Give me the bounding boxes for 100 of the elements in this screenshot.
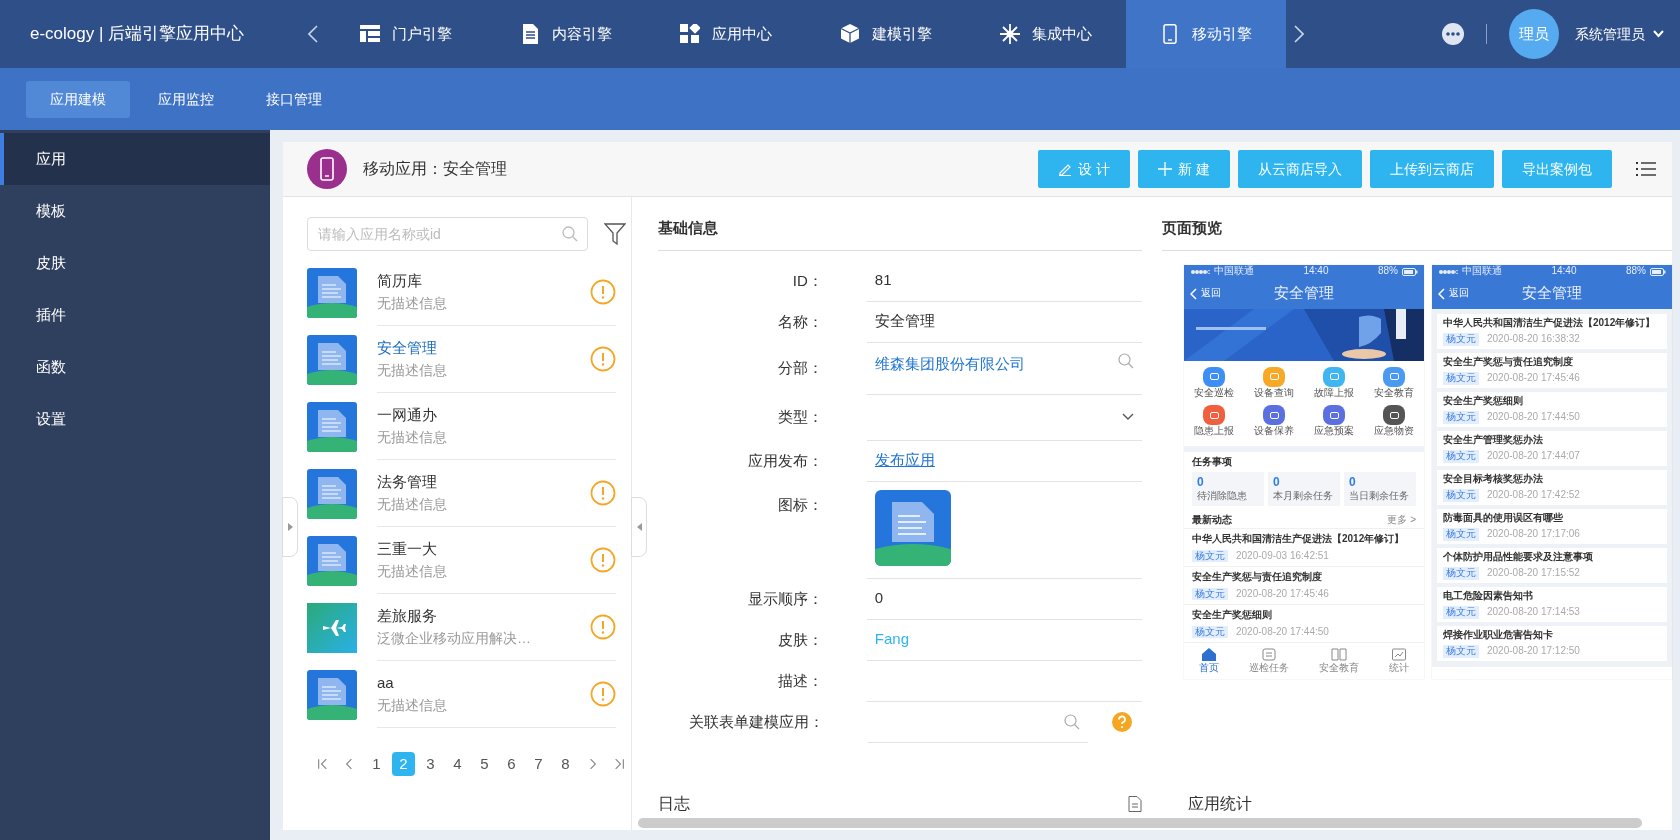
field-label: 显示顺序： (746, 588, 824, 609)
news-item[interactable]: 安全生产奖惩细则 杨文元 2020-08-20 17:44:50 (1184, 604, 1424, 642)
app-name[interactable]: 简历库 (377, 270, 590, 293)
news-item[interactable]: 安全目标考核奖惩办法 杨文元 2020-08-20 17:42:52 (1437, 469, 1667, 505)
app-name[interactable]: 三重一大 (377, 538, 590, 561)
nav-tab[interactable]: 内容引擎 (486, 0, 646, 68)
phone-tab[interactable]: 统计 (1389, 647, 1409, 675)
task-card[interactable]: 0 本月剩余任务 (1268, 472, 1340, 506)
shortcut-item[interactable]: 应急预案 (1304, 405, 1364, 438)
field-value[interactable]: 维森集团股份有限公司 (874, 352, 1118, 375)
help-icon[interactable] (1112, 712, 1132, 732)
user-name[interactable]: 系统管理员 (1575, 23, 1645, 45)
shortcut-item[interactable]: 安全教育 (1364, 366, 1424, 399)
more-link[interactable]: 更多 > (1387, 513, 1416, 526)
news-item[interactable]: 中华人民共和国清洁生产促进法【2012年修订】 杨文元 2020-08-20 16:38:32 (1437, 313, 1667, 349)
page-number[interactable]: 8 (554, 752, 577, 776)
warning-icon[interactable] (590, 346, 616, 372)
news-item[interactable]: 中华人民共和国清洁生产促进法【2012年修订】 杨文元 2020-09-03 16:42:51 (1184, 528, 1424, 566)
warning-icon[interactable] (590, 547, 616, 573)
layout-icon (360, 24, 380, 44)
app-document-icon[interactable] (874, 489, 951, 566)
page-number[interactable]: 1 (365, 752, 388, 776)
page-number[interactable]: 3 (419, 752, 442, 776)
news-item[interactable]: 防毒面具的使用误区有哪些 杨文元 2020-08-20 17:17:06 (1437, 508, 1667, 544)
text-field[interactable]: 81 (866, 260, 1142, 302)
battery-icon (1402, 267, 1418, 276)
warning-icon[interactable] (590, 279, 616, 305)
phone-tab[interactable]: 首页 (1199, 647, 1219, 675)
list-icon[interactable] (1636, 161, 1656, 177)
search-field[interactable]: 请输入应用名称或id (307, 217, 588, 251)
warning-icon[interactable] (590, 480, 616, 506)
news-item[interactable]: 安全生产管理奖惩办法 杨文元 2020-08-20 17:44:07 (1437, 430, 1667, 466)
shortcut-item[interactable]: 故障上报 (1304, 366, 1364, 399)
warning-icon[interactable] (590, 681, 616, 707)
nav-tab[interactable]: 移动引擎 (1126, 0, 1286, 68)
text-field[interactable]: 0 (866, 578, 1142, 620)
chevron-left-icon (1438, 287, 1445, 300)
nav-tab[interactable]: 门户引擎 (326, 0, 486, 68)
page-number[interactable]: 5 (473, 752, 496, 776)
chevron-right-icon[interactable] (1294, 25, 1304, 43)
document-icon (307, 468, 357, 519)
filter-icon[interactable] (604, 222, 626, 246)
sidebar-item[interactable]: 插件 (0, 289, 270, 341)
page-number[interactable]: 4 (446, 752, 469, 776)
news-item[interactable]: 焊接作业职业危害告知卡 杨文元 2020-08-20 17:12:50 (1437, 625, 1667, 661)
caret-icon[interactable] (1653, 30, 1664, 38)
caret-right-icon (287, 523, 293, 531)
app-name[interactable]: aa (377, 672, 590, 695)
chevron-down-icon (1122, 413, 1134, 421)
collapse-handle[interactable] (282, 497, 298, 557)
news-item[interactable]: 电工危险因素告知书 杨文元 2020-08-20 17:14:53 (1437, 586, 1667, 622)
sidebar-item[interactable]: 函数 (0, 341, 270, 393)
shortcut-item[interactable]: 设备保养 (1244, 405, 1304, 438)
sub-tab[interactable]: 应用建模 (26, 80, 130, 118)
app-description: 无描述信息 (377, 427, 448, 447)
shortcut-item[interactable]: 隐患上报 (1184, 405, 1244, 438)
news-date: 2020-08-20 17:45:46 (1236, 587, 1329, 600)
app-name[interactable]: 差旅服务 (377, 605, 590, 628)
section-label: 最新动态 (1192, 513, 1232, 526)
search-icon[interactable] (1118, 352, 1134, 369)
nav-tab[interactable]: 应用中心 (646, 0, 806, 68)
page-number[interactable]: 7 (527, 752, 550, 776)
nav-tab[interactable]: 集成中心 (966, 0, 1126, 68)
news-item[interactable]: 安全生产奖惩细则 杨文元 2020-08-20 17:44:50 (1437, 391, 1667, 427)
collapse-handle[interactable] (631, 497, 647, 557)
shortcut-item[interactable]: 安全巡检 (1184, 366, 1244, 399)
app-name[interactable]: 安全管理 (377, 337, 590, 360)
sidebar-item[interactable]: 应用 (0, 133, 270, 185)
shortcut-item[interactable]: 设备查询 (1244, 366, 1304, 399)
phone-tab[interactable]: 安全教育 (1319, 647, 1359, 675)
warning-icon[interactable] (590, 614, 616, 640)
nav-tab[interactable]: 建模引擎 (806, 0, 966, 68)
news-item[interactable]: 个体防护用品性能要求及注意事项 杨文元 2020-08-20 17:15:52 (1437, 547, 1667, 583)
sidebar-item[interactable]: 模板 (0, 185, 270, 237)
sub-tab[interactable]: 接口管理 (242, 80, 346, 118)
document-icon[interactable] (1128, 796, 1142, 812)
back-button[interactable]: 返回 (1190, 287, 1221, 300)
app-name[interactable]: 法务管理 (377, 471, 590, 494)
publish-link[interactable]: 发布应用 (874, 449, 935, 472)
sub-tab[interactable]: 应用监控 (134, 80, 238, 118)
back-button[interactable]: 返回 (1438, 287, 1469, 300)
shortcut-item[interactable]: 应急物资 (1364, 405, 1424, 438)
more-icon[interactable] (1442, 23, 1464, 45)
horizontal-scrollbar[interactable] (638, 818, 1642, 828)
news-date: 2020-08-20 16:38:32 (1487, 333, 1580, 346)
sidebar-item[interactable]: 皮肤 (0, 237, 270, 289)
app-name[interactable]: 一网通办 (377, 404, 616, 427)
chevron-left-icon[interactable] (308, 25, 318, 43)
sidebar-item[interactable]: 设置 (0, 393, 270, 445)
news-item[interactable]: 安全生产奖惩与责任追究制度 杨文元 2020-08-20 17:45:46 (1184, 566, 1424, 604)
phone-tab[interactable]: 巡检任务 (1249, 647, 1289, 675)
task-card[interactable]: 0 待消除隐患 (1192, 472, 1264, 506)
author-tag: 杨文元 (1443, 528, 1479, 541)
section-title: 页面预览 (1162, 205, 1672, 251)
task-card[interactable]: 0 当日剩余任务 (1344, 472, 1416, 506)
text-field[interactable]: 安全管理 (866, 301, 1142, 343)
phone-icon (307, 149, 347, 189)
page-number[interactable]: 6 (500, 752, 523, 776)
browse-field[interactable]: 维森集团股份有限公司 (866, 342, 1142, 395)
news-item[interactable]: 安全生产奖惩与责任追究制度 杨文元 2020-08-20 17:45:46 (1437, 352, 1667, 388)
